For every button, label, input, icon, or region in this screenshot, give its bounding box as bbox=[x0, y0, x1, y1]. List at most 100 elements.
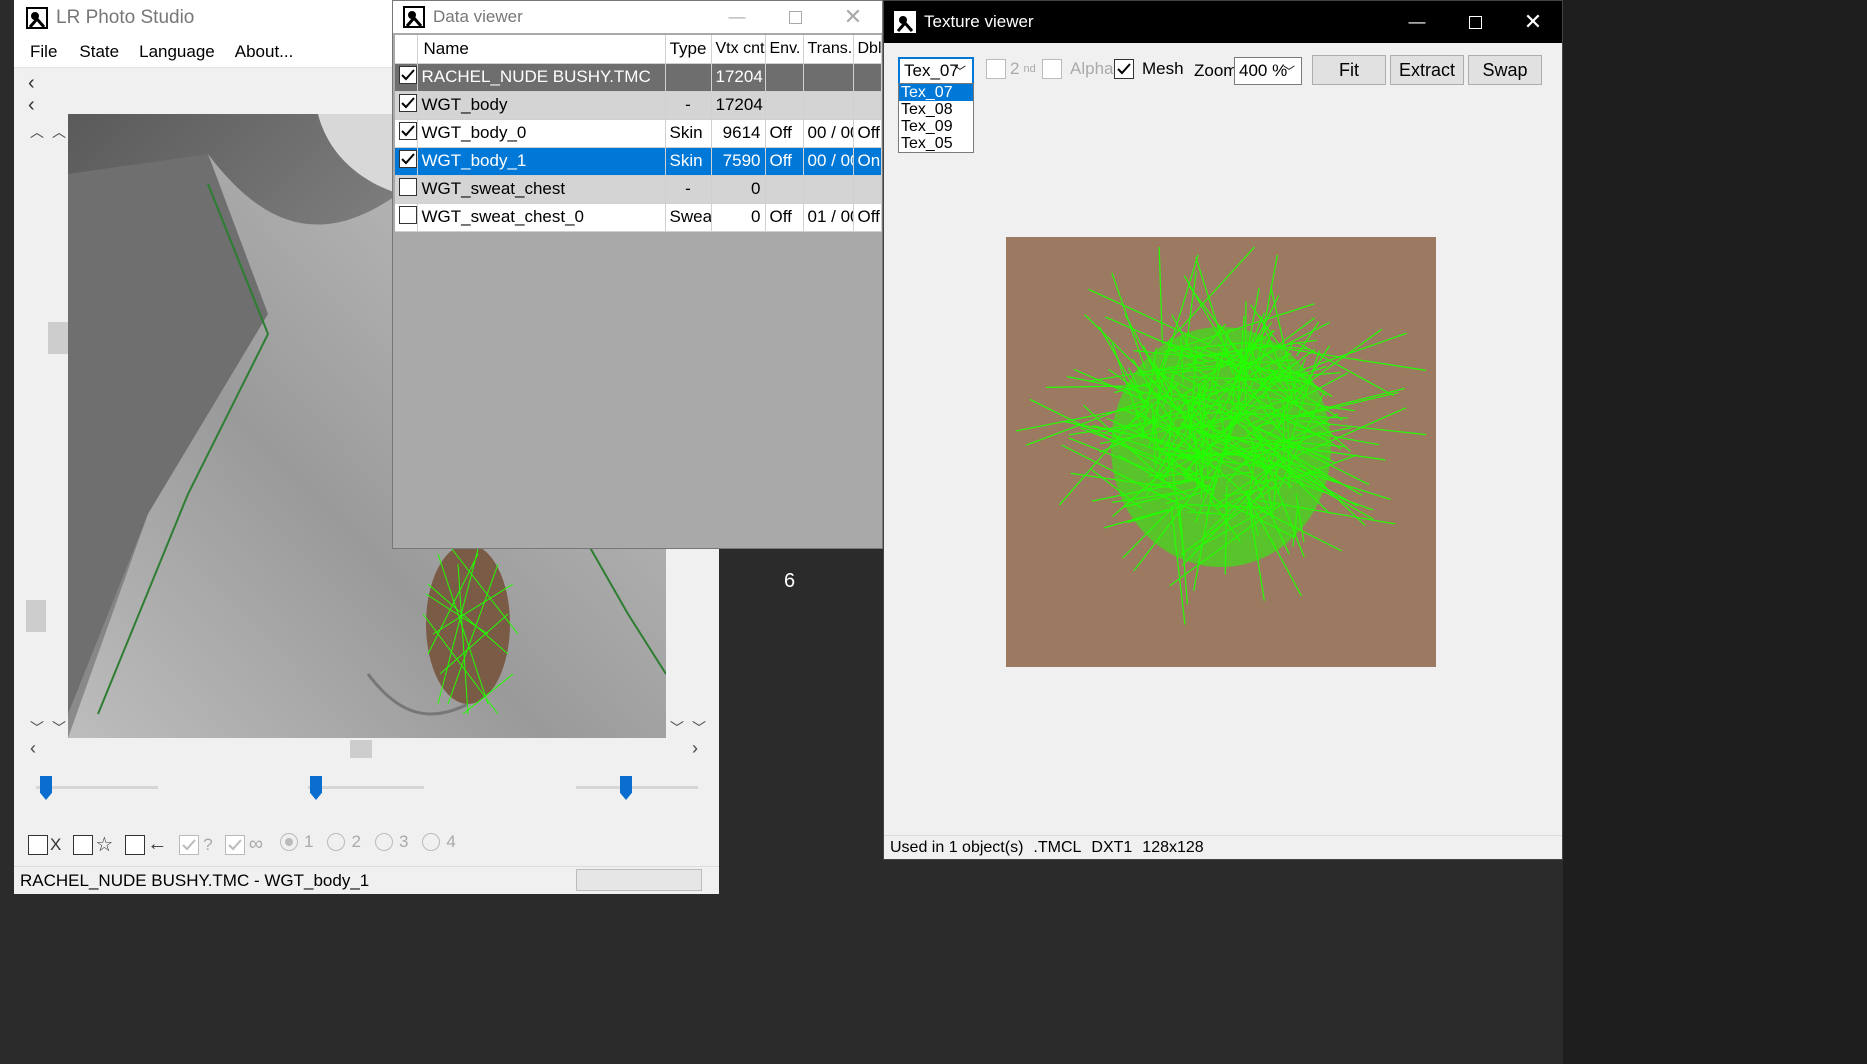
texture-preview[interactable] bbox=[1006, 237, 1436, 667]
zoom-select[interactable]: 400 % ﹀ bbox=[1234, 57, 1302, 85]
checkbox[interactable] bbox=[125, 834, 146, 855]
scroll-thumb[interactable] bbox=[26, 600, 46, 632]
table-row[interactable]: RACHEL_NUDE BUSHY.TMC 17204 bbox=[395, 63, 882, 92]
col-vtx[interactable]: Vtx cnt bbox=[711, 35, 766, 64]
data-viewer-title-bar[interactable]: Data viewer — ✕ bbox=[393, 1, 882, 33]
slider-thumb[interactable] bbox=[310, 776, 322, 800]
mesh-option[interactable]: Mesh bbox=[1114, 59, 1184, 79]
nav-left-arrow-1[interactable]: ‹ bbox=[28, 72, 35, 95]
menu-state[interactable]: State bbox=[69, 42, 129, 62]
slider-2[interactable] bbox=[308, 772, 424, 806]
scroll-thumb[interactable] bbox=[48, 322, 68, 354]
scroll-left-chevron-icon[interactable]: ‹ bbox=[30, 738, 36, 759]
row-checkbox[interactable] bbox=[399, 150, 416, 168]
row-dbl: Off bbox=[853, 119, 882, 148]
row-checkbox[interactable] bbox=[399, 122, 416, 140]
col-name[interactable]: Name bbox=[417, 35, 666, 64]
scroll-thumb[interactable] bbox=[350, 740, 372, 758]
row-vtx: 17204 bbox=[711, 63, 766, 92]
row-env: Off bbox=[765, 147, 804, 176]
col-trans[interactable]: Trans. bbox=[803, 35, 854, 64]
option-arrow[interactable]: ← bbox=[125, 833, 167, 856]
radio-4[interactable]: 4 bbox=[422, 832, 456, 852]
option-x[interactable]: X bbox=[28, 834, 61, 855]
scroll-up-chevron-icon[interactable]: ︿ bbox=[52, 122, 66, 142]
menu-about[interactable]: About... bbox=[225, 42, 304, 62]
row-name: WGT_body_0 bbox=[417, 119, 666, 148]
swap-button[interactable]: Swap bbox=[1468, 55, 1542, 85]
table-row[interactable]: WGT_sweat_chest - 0 bbox=[395, 175, 882, 204]
texture-viewer-title-bar[interactable]: Texture viewer — ✕ bbox=[884, 1, 1562, 43]
row-checkbox[interactable] bbox=[399, 66, 416, 84]
chevron-down-icon: ﹀ bbox=[953, 64, 966, 79]
dropdown-option[interactable]: Tex_08 bbox=[899, 101, 973, 118]
row-checkbox[interactable] bbox=[399, 177, 416, 196]
left-scrollbar-inner[interactable]: ︿ ﹀ bbox=[48, 120, 68, 740]
option-star[interactable]: ☆ bbox=[73, 832, 113, 857]
status-compression: DXT1 bbox=[1091, 838, 1133, 856]
texture-select[interactable]: Tex_07 ﹀ bbox=[898, 57, 974, 85]
radio-2[interactable]: 2 bbox=[327, 832, 361, 852]
menu-language[interactable]: Language bbox=[129, 42, 225, 62]
row-checkbox[interactable] bbox=[399, 94, 416, 112]
col-type[interactable]: Type bbox=[665, 35, 712, 64]
option-question: ? bbox=[179, 834, 213, 855]
left-scrollbar-outer[interactable]: ︿ ﹀ bbox=[26, 120, 46, 740]
table-row[interactable]: WGT_body_0 Skin 9614 Off 00 / 00 Off bbox=[395, 119, 882, 148]
maximize-icon[interactable] bbox=[766, 1, 824, 33]
row-type bbox=[665, 63, 712, 92]
slider-1[interactable] bbox=[36, 772, 158, 806]
slider-thumb[interactable] bbox=[620, 776, 632, 800]
checkbox[interactable] bbox=[28, 834, 48, 855]
col-env[interactable]: Env. bbox=[765, 35, 804, 64]
checkbox bbox=[224, 834, 245, 855]
col-check bbox=[395, 35, 418, 64]
dropdown-option-selected[interactable]: Tex_07 bbox=[899, 84, 973, 101]
second-uv-option: 2nd bbox=[986, 59, 1036, 79]
close-icon[interactable]: ✕ bbox=[824, 1, 882, 33]
checkbox[interactable] bbox=[73, 834, 94, 855]
scroll-up-chevron-icon[interactable]: ︿ bbox=[30, 122, 44, 142]
alpha-option: Alpha bbox=[1042, 59, 1113, 79]
scroll-down-chevron-icon[interactable]: ﹀ bbox=[30, 718, 44, 738]
col-dbl[interactable]: Dbl bbox=[853, 35, 882, 64]
row-dbl: On bbox=[853, 147, 882, 176]
extract-button[interactable]: Extract bbox=[1390, 55, 1464, 85]
infinity-icon: ∞ bbox=[248, 833, 264, 855]
left-arrow-icon: ← bbox=[147, 833, 168, 855]
data-viewer-window: Data viewer — ✕ Name Type Vtx cnt Env. T… bbox=[392, 0, 883, 549]
checkbox bbox=[1042, 59, 1062, 79]
row-dbl: Off bbox=[853, 203, 882, 232]
table-row[interactable]: WGT_body - 17204 bbox=[395, 91, 882, 120]
fit-button[interactable]: Fit bbox=[1312, 55, 1386, 85]
row-vtx: 9614 bbox=[711, 119, 766, 148]
radio-1[interactable]: 1 bbox=[280, 832, 313, 852]
row-env bbox=[765, 91, 804, 120]
radio-group: 1 2 3 4 bbox=[280, 832, 456, 852]
row-type: Skin bbox=[665, 119, 712, 148]
star-icon: ☆ bbox=[95, 834, 114, 856]
scroll-down-chevron-icon[interactable]: ﹀ bbox=[670, 718, 684, 738]
table-row[interactable]: WGT_sweat_chest_0 Sweat 0 Off 01 / 00 Of… bbox=[395, 203, 882, 232]
app-logo-icon bbox=[403, 6, 425, 28]
minimize-icon[interactable]: — bbox=[1388, 1, 1446, 43]
dropdown-option[interactable]: Tex_09 bbox=[899, 118, 973, 135]
checkbox[interactable] bbox=[1114, 59, 1134, 79]
row-checkbox[interactable] bbox=[399, 205, 416, 224]
table-row-selected[interactable]: WGT_body_1 Skin 7590 Off 00 / 00 On bbox=[395, 147, 882, 176]
dropdown-option[interactable]: Tex_05 bbox=[899, 135, 973, 152]
close-icon[interactable]: ✕ bbox=[1504, 1, 1562, 43]
radio-3[interactable]: 3 bbox=[374, 832, 408, 852]
scroll-down-chevron-icon[interactable]: ﹀ bbox=[692, 718, 706, 738]
main-window-title: LR Photo Studio bbox=[56, 7, 195, 28]
slider-3[interactable] bbox=[576, 772, 698, 806]
horizontal-scrollbar[interactable]: ‹ › bbox=[28, 738, 708, 759]
slider-thumb[interactable] bbox=[40, 776, 52, 800]
scroll-down-chevron-icon[interactable]: ﹀ bbox=[52, 718, 66, 738]
row-type: - bbox=[665, 175, 712, 204]
maximize-icon[interactable] bbox=[1446, 1, 1504, 43]
minimize-icon[interactable]: — bbox=[708, 1, 766, 33]
nav-left-arrow-2[interactable]: ‹ bbox=[28, 94, 35, 117]
scroll-right-chevron-icon[interactable]: › bbox=[692, 738, 698, 759]
menu-file[interactable]: File bbox=[14, 42, 69, 62]
